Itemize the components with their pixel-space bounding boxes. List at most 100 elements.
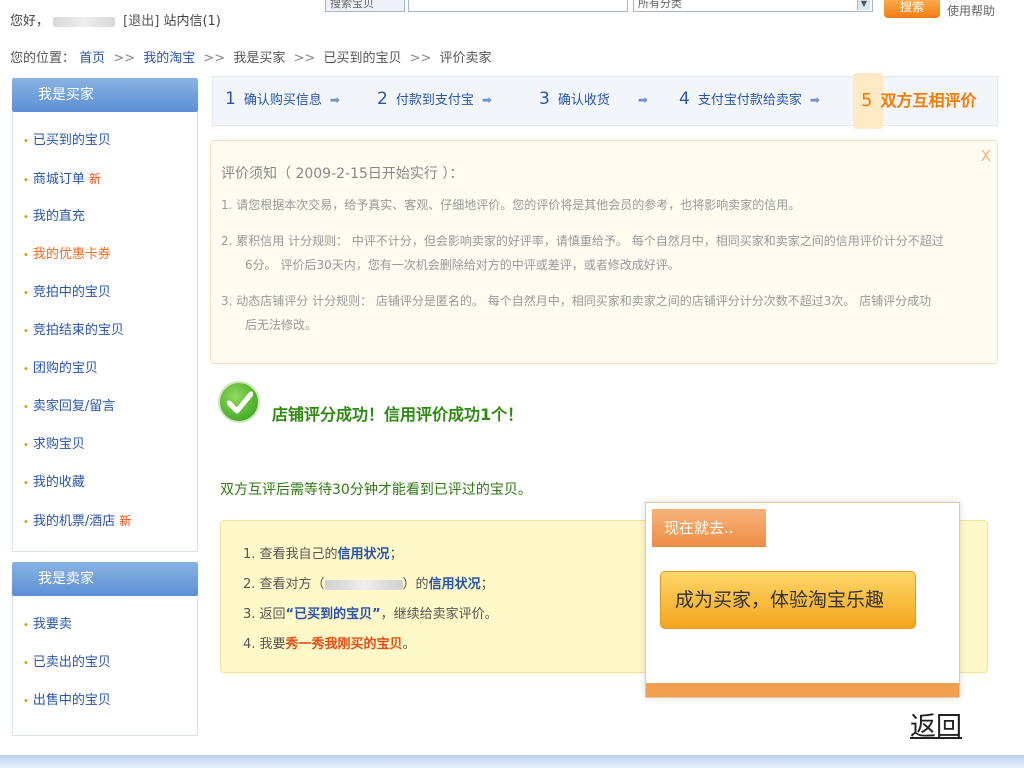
seller-credit-link[interactable]: 信用状况 <box>429 577 481 592</box>
bullet-icon: • <box>23 326 29 337</box>
step-5: 5 双方互相评价 <box>861 87 976 111</box>
step-4: 4 支付宝付款给卖家 ➡ <box>679 89 820 109</box>
greeting-text: 您好， <box>10 14 50 29</box>
breadcrumb: 您的位置： 首页 >> 我的淘宝 >> 我是买家 >> 已买到的宝贝 >> 评价… <box>10 47 492 66</box>
step-2: 2 付款到支付宝 ➡ <box>377 89 492 109</box>
sidebar-item-label: 求购宝贝 <box>32 437 85 452</box>
category-select[interactable]: 所有分类 ▼ <box>633 0 873 12</box>
go-now-popup: 现在就去.. 成为买家，体验淘宝乐趣 <box>645 502 960 698</box>
inbox-link[interactable]: 站内信(1) <box>163 14 220 29</box>
help-link[interactable]: 使用帮助 <box>947 2 995 19</box>
notice-item-3-cont: 后无法修改。 <box>245 318 318 332</box>
category-label: 所有分类 <box>638 0 682 10</box>
close-icon[interactable]: X <box>981 147 991 165</box>
sidebar-item-coupons[interactable]: • 我的优惠卡券 <box>13 236 197 274</box>
show-off-link[interactable]: 秀一秀我刚买的宝贝 <box>286 637 403 652</box>
step-label: 支付宝付款给卖家 <box>697 93 802 108</box>
step-number: 3 <box>539 89 550 109</box>
tip-text: ，继续给卖家评价。 <box>380 607 498 622</box>
breadcrumb-sep: >> <box>293 51 316 66</box>
bullet-icon: • <box>23 517 29 528</box>
seller-menu: • 我要卖 • 已卖出的宝贝 • 出售中的宝贝 <box>12 596 198 736</box>
breadcrumb-my-taobao[interactable]: 我的淘宝 <box>143 51 195 66</box>
breadcrumb-current: 评价卖家 <box>439 51 492 66</box>
breadcrumb-sep: >> <box>203 51 226 66</box>
sidebar-item-label: 竞拍结束的宝贝 <box>32 323 124 338</box>
breadcrumb-home[interactable]: 首页 <box>79 51 105 66</box>
progress-steps: 1 确认购买信息 ➡ 2 付款到支付宝 ➡ 3 确认收货 ➡ 4 支付宝付款给卖家 ➡ 5 双方互… <box>212 73 998 129</box>
step-label: 确认收货 <box>557 93 610 108</box>
bullet-icon: • <box>23 696 29 707</box>
tip-text: 2. 查看对方（ <box>243 577 325 592</box>
bullet-icon: • <box>23 288 29 299</box>
sidebar-item-label: 团购的宝贝 <box>32 361 98 376</box>
arrow-right-icon: ➡ <box>637 93 648 107</box>
sidebar-item-sold[interactable]: • 已卖出的宝贝 <box>13 644 197 682</box>
step-number: 2 <box>377 89 388 109</box>
step-label: 付款到支付宝 <box>395 93 474 108</box>
sidebar-item-group-buy[interactable]: • 团购的宝贝 <box>13 350 197 388</box>
bullet-icon: • <box>23 212 29 223</box>
sidebar-item-bought[interactable]: • 已买到的宝贝 <box>13 122 197 160</box>
breadcrumb-sep: >> <box>409 51 432 66</box>
breadcrumb-sep: >> <box>113 51 136 66</box>
step-number: 5 <box>861 90 873 111</box>
tip-text: 。 <box>402 637 416 652</box>
tip-text: ； <box>389 547 403 562</box>
bought-items-link[interactable]: “已买到的宝贝” <box>286 607 381 622</box>
back-link[interactable]: 返回 <box>910 706 962 743</box>
breadcrumb-buyer: 我是买家 <box>233 51 286 66</box>
tip-1: 1. 查看我自己的信用状况； <box>243 543 403 562</box>
sidebar-item-label: 商城订单 <box>32 172 85 187</box>
notice-item-2: 2. 累积信用 计分规则： 中评不计分，但会影响卖家的好评率，请慎重给予。 每个… <box>221 234 944 248</box>
sidebar-item-seller-reply[interactable]: • 卖家回复/留言 <box>13 388 197 426</box>
popup-footer <box>646 683 959 697</box>
new-badge: 新 <box>88 172 101 186</box>
new-badge: 新 <box>119 514 132 528</box>
tip-text: 4. 我要 <box>243 637 286 652</box>
sidebar-item-bid-ended[interactable]: • 竞拍结束的宝贝 <box>13 312 197 350</box>
breadcrumb-bought: 已买到的宝贝 <box>323 51 402 66</box>
sidebar-item-tickets-hotel[interactable]: • 我的机票/酒店新 <box>13 502 197 540</box>
username-redacted <box>53 16 116 27</box>
search-type-label: 搜索宝贝 <box>330 0 374 10</box>
become-buyer-button[interactable]: 成为买家，体验淘宝乐趣 <box>660 571 916 629</box>
sidebar-item-wanted[interactable]: • 求购宝贝 <box>13 426 197 464</box>
search-input[interactable] <box>408 0 628 12</box>
tip-text: ）的 <box>402 577 429 592</box>
popup-title: 现在就去.. <box>652 509 766 547</box>
tip-text: ； <box>480 577 494 592</box>
bullet-icon: • <box>23 440 29 451</box>
my-credit-link[interactable]: 信用状况 <box>338 547 390 562</box>
sidebar-item-on-sale[interactable]: • 出售中的宝贝 <box>13 682 197 720</box>
bullet-icon: • <box>23 136 29 147</box>
sidebar-item-favorites[interactable]: • 我的收藏 <box>13 464 197 502</box>
notice-item-1: 1. 请您根据本次交易，给予真实、客观、仔细地评价。您的评价将是其他会员的参考，… <box>221 198 801 212</box>
step-1: 1 确认购买信息 ➡ <box>225 89 340 109</box>
tip-4: 4. 我要秀一秀我刚买的宝贝。 <box>243 633 416 652</box>
bullet-icon: • <box>23 250 29 261</box>
sidebar-item-label: 我的优惠卡券 <box>32 247 111 262</box>
sidebar-item-bidding[interactable]: • 竞拍中的宝贝 <box>13 274 197 312</box>
sidebar-item-label: 我的收藏 <box>32 475 85 490</box>
search-type-select[interactable]: 搜索宝贝 <box>325 0 405 12</box>
bullet-icon: • <box>23 478 29 489</box>
logout-link[interactable]: [退出] <box>123 14 159 29</box>
sidebar-item-label: 我的机票/酒店 <box>32 514 116 529</box>
success-message: 店铺评分成功！信用评价成功1个！ <box>272 405 524 424</box>
bullet-icon: • <box>23 175 29 186</box>
rating-notice: X 评价须知（ 2009-2-15日开始实行 ）： 1. 请您根据本次交易，给予… <box>210 140 998 364</box>
step-label: 确认购买信息 <box>243 93 322 108</box>
sidebar-item-recharge[interactable]: • 我的直充 <box>13 198 197 236</box>
sidebar-item-label: 竞拍中的宝贝 <box>32 285 111 300</box>
sidebar-item-sell[interactable]: • 我要卖 <box>13 606 197 644</box>
search-button[interactable]: 搜索 <box>884 0 940 18</box>
sidebar-item-mall-orders[interactable]: • 商城订单新 <box>13 160 197 198</box>
bullet-icon: • <box>23 364 29 375</box>
greeting: 您好， [退出] 站内信(1) <box>10 10 221 29</box>
notice-item-2-cont: 6分。 评价后30天内，您有一次机会删除给对方的中评或差评，或者修改成好评。 <box>245 258 680 272</box>
sidebar-item-label: 出售中的宝贝 <box>32 693 111 708</box>
step-3: 3 确认收货 ➡ <box>539 89 648 109</box>
bullet-icon: • <box>23 620 29 631</box>
wait-message: 双方互评后需等待30分钟才能看到已评过的宝贝。 <box>220 482 532 498</box>
